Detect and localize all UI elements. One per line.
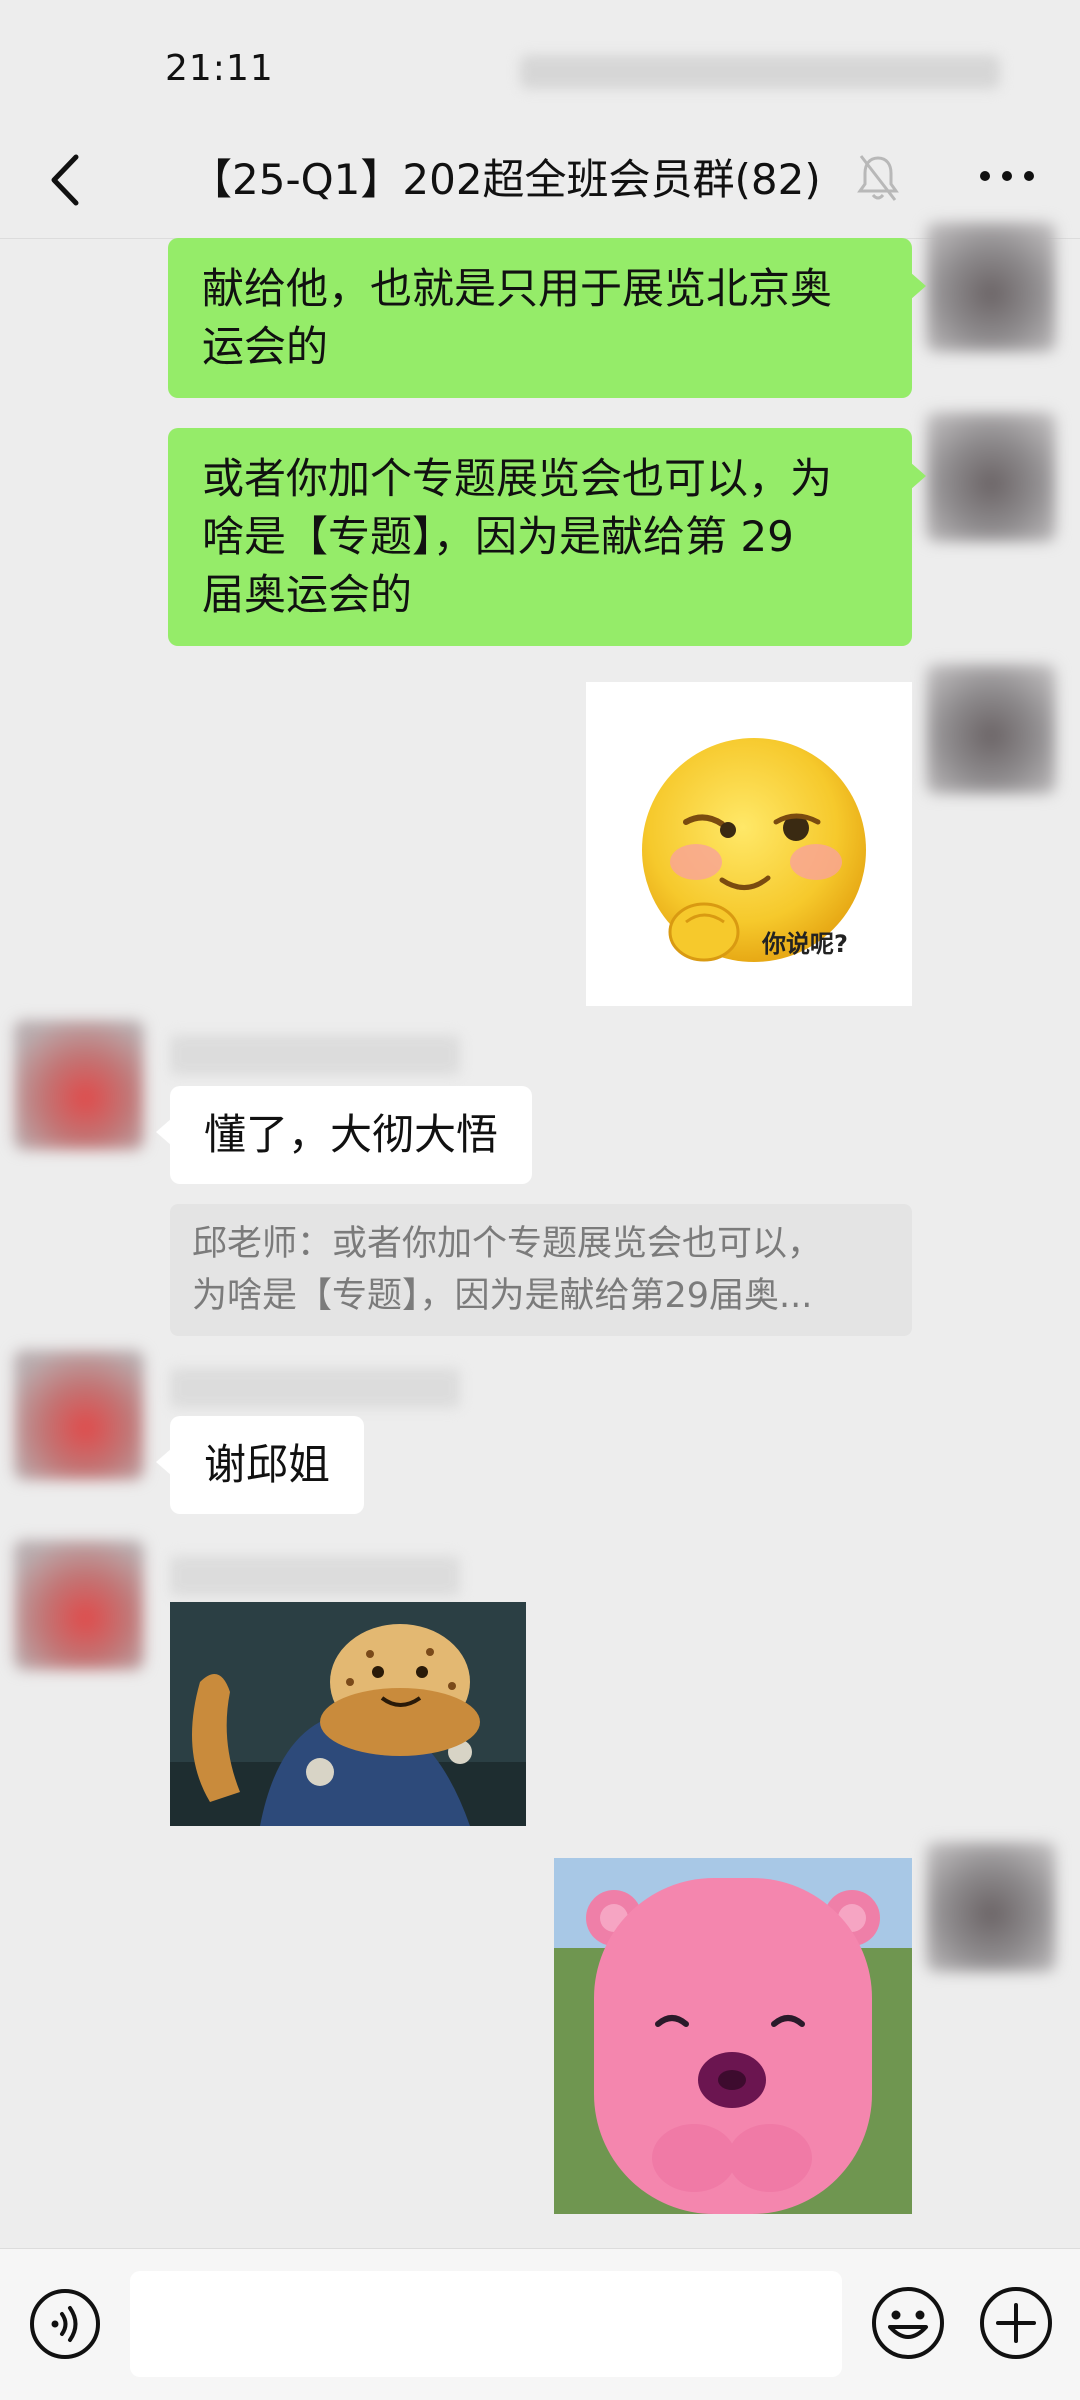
sticker-caption: 你说呢? — [762, 930, 848, 958]
message-text: 或者你加个专题展览会也可以，为 — [202, 454, 833, 503]
self-avatar[interactable] — [926, 222, 1056, 352]
message-bubble-other[interactable]: 懂了，大彻大悟 — [155, 1086, 533, 1184]
member-avatar[interactable] — [14, 1540, 144, 1670]
more-dots-icon — [980, 171, 1034, 181]
self-avatar[interactable] — [926, 664, 1056, 794]
pink-beaver-image — [554, 1858, 912, 2214]
sticker-pink-beaver[interactable] — [554, 1858, 912, 2214]
message-bubble-other[interactable]: 谢邱姐 — [155, 1416, 365, 1514]
mute-bell-icon — [857, 155, 899, 201]
plus-icon[interactable] — [978, 2285, 1054, 2361]
message-bubble-self[interactable]: 献给他，也就是只用于展览北京奥 运会的 — [168, 238, 926, 398]
back-button[interactable] — [30, 140, 100, 220]
message-text: 届奥运会的 — [202, 570, 413, 619]
member-avatar[interactable] — [14, 1020, 144, 1150]
quoted-text: 为啥是【专题】，因为是献给第29届奥... — [192, 1276, 813, 1316]
chat-screen: 21:11 【25-Q1】202超全班会员群(82) 献给他，也就是只用于展览北… — [0, 0, 1080, 2400]
message-text: 懂了，大彻大悟 — [204, 1110, 499, 1159]
quoted-text: 邱老师：或者你加个专题展览会也可以， — [192, 1224, 823, 1264]
back-arrow-icon — [51, 154, 79, 206]
status-icons-blurred — [520, 55, 1000, 89]
emoji-icon[interactable] — [870, 2285, 946, 2361]
nav-bar: 【25-Q1】202超全班会员群(82) — [0, 120, 1080, 239]
chat-title: 【25-Q1】202超全班会员群(82) — [190, 155, 821, 204]
member-avatar[interactable] — [14, 1350, 144, 1480]
self-avatar[interactable] — [926, 1842, 1056, 1972]
cheetah-officer-image — [170, 1602, 526, 1826]
message-bubble-self[interactable]: 或者你加个专题展览会也可以，为 啥是【专题】，因为是献给第 29 届奥运会的 — [168, 428, 926, 646]
message-text: 献给他，也就是只用于展览北京奥 — [202, 264, 833, 313]
message-text: 谢邱姐 — [204, 1440, 331, 1489]
more-button[interactable] — [972, 156, 1042, 196]
self-avatar[interactable] — [926, 412, 1056, 542]
input-bar — [0, 2248, 1080, 2400]
smiling-emoji-icon — [642, 738, 866, 962]
message-text: 啥是【专题】，因为是献给第 29 — [202, 512, 794, 561]
voice-icon[interactable] — [28, 2287, 102, 2361]
message-input[interactable] — [130, 2271, 842, 2377]
member-name-blurred — [170, 1035, 460, 1075]
sticker-cheetah-officer[interactable] — [170, 1602, 526, 1826]
member-name-blurred — [170, 1368, 460, 1408]
sticker-emoji-you-say[interactable]: 你说呢? — [586, 682, 912, 1006]
message-text: 运会的 — [202, 322, 329, 371]
member-name-blurred — [170, 1556, 460, 1596]
quoted-message[interactable]: 邱老师：或者你加个专题展览会也可以， 为啥是【专题】，因为是献给第29届奥... — [170, 1204, 912, 1336]
status-time: 21:11 — [165, 48, 274, 89]
